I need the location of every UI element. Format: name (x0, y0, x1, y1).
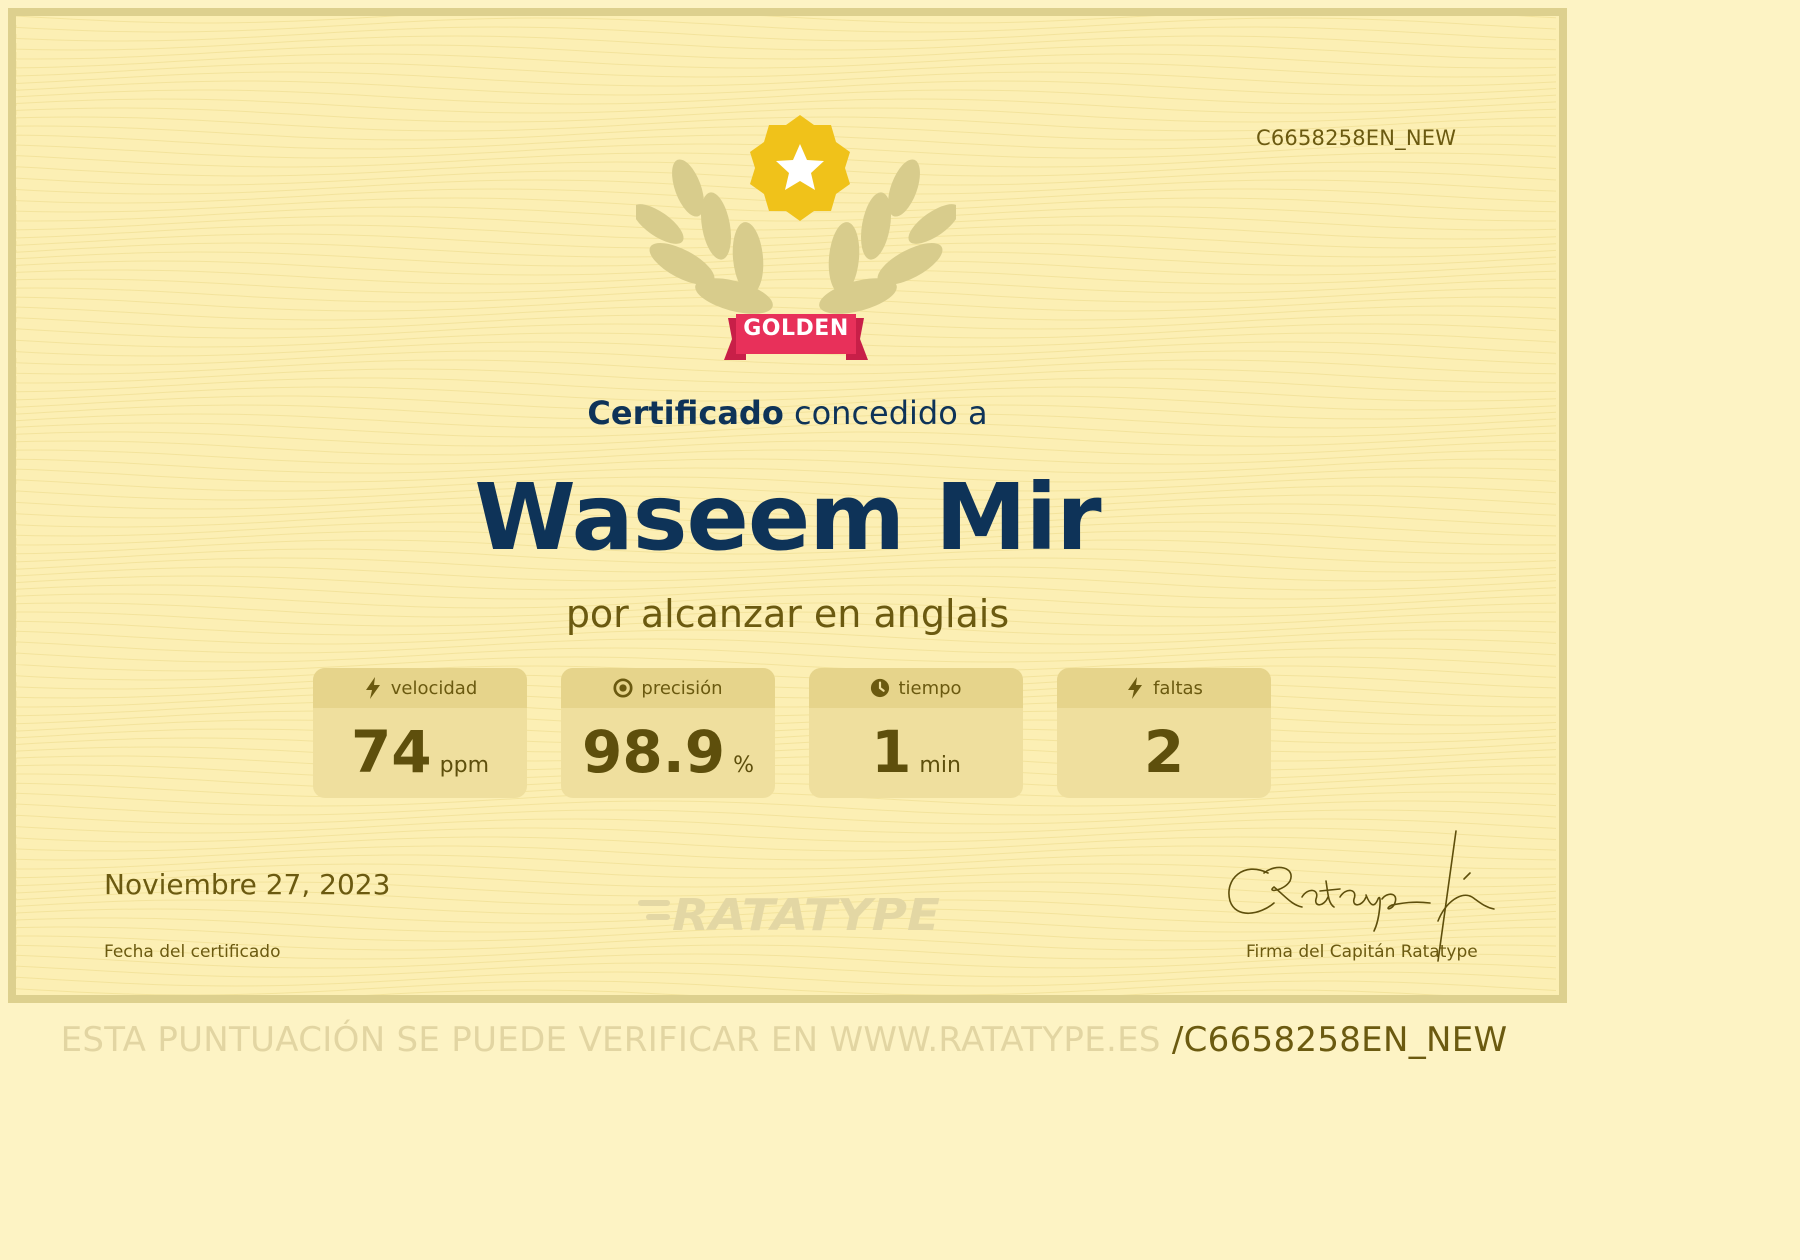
target-icon (613, 678, 633, 698)
guilloche-line (16, 656, 1557, 672)
stat-accuracy-unit: % (733, 753, 754, 778)
guilloche-line (16, 377, 1557, 393)
guilloche-line (16, 971, 1557, 987)
guilloche-line (16, 683, 1557, 699)
signature-label: Firma del Capitán Ratatype (1246, 942, 1478, 962)
golden-emblem: GOLDEN (632, 106, 960, 366)
guilloche-line (16, 16, 1557, 24)
stat-time-header: tiempo (809, 668, 1023, 708)
guilloche-line (16, 710, 1557, 726)
guilloche-line (16, 17, 1557, 33)
guilloche-line (16, 62, 1557, 78)
recipient-name: Waseem Mir (474, 464, 1101, 571)
guilloche-line (16, 701, 1557, 717)
guilloche-line (16, 746, 1557, 762)
guilloche-line (16, 728, 1557, 744)
stat-accuracy-value: 98.9 (581, 718, 726, 786)
guilloche-line (16, 44, 1556, 60)
stat-time: tiempo 1 min (809, 668, 1023, 798)
verification-footer: ESTA PUNTUACIÓN SE PUEDE VERIFICAR EN WW… (0, 1020, 1568, 1060)
stat-errors: faltas 2 (1057, 668, 1271, 798)
stat-speed: velocidad 74 ppm (313, 668, 527, 798)
lightning-icon (365, 677, 380, 699)
golden-badge-label: GOLDEN (743, 316, 849, 341)
guilloche-line (16, 665, 1557, 681)
guilloche-line (16, 980, 1557, 995)
stat-time-value: 1 (871, 718, 912, 786)
heading-rest: concedido a (783, 394, 988, 432)
stat-speed-header: velocidad (313, 668, 527, 708)
guilloche-line (16, 71, 1557, 87)
guilloche-line (16, 773, 1557, 789)
guilloche-line (16, 647, 1557, 663)
stat-speed-value: 74 (350, 718, 432, 786)
stat-accuracy-header: precisión (561, 668, 775, 708)
certificate-frame: C6658258EN_NEW GOLDEN Certificado conced… (8, 8, 1567, 1003)
certificate-subtitle: por alcanzar en anglais (565, 592, 1010, 636)
certificate-code: C6658258EN_NEW (1256, 126, 1457, 150)
guilloche-line (16, 800, 1557, 816)
verify-code: /C6658258EN_NEW (1171, 1020, 1508, 1060)
clock-icon (871, 678, 890, 698)
certificate-date-label: Fecha del certificado (104, 942, 281, 962)
certificate-heading: Certificado concedido a (16, 394, 1559, 432)
guilloche-line (16, 638, 1557, 654)
stat-time-label: tiempo (898, 677, 962, 699)
heading-bold: Certificado (587, 394, 784, 432)
guilloche-line (16, 782, 1557, 798)
stat-errors-label: faltas (1153, 677, 1203, 699)
certificate-date: Noviembre 27, 2023 (104, 868, 391, 901)
guilloche-line (16, 764, 1557, 780)
guilloche-line (16, 755, 1557, 771)
guilloche-line (16, 431, 1557, 447)
stat-errors-value: 2 (1143, 718, 1185, 786)
stat-time-unit: min (919, 753, 961, 778)
lightning-icon (1128, 677, 1143, 699)
stat-accuracy: precisión 98.9 % (561, 668, 775, 798)
stat-errors-header: faltas (1057, 668, 1271, 708)
ratatype-logo: RATATYPE (638, 890, 940, 938)
stat-speed-unit: ppm (439, 753, 490, 778)
logo-wordmark: RATATYPE (672, 890, 940, 938)
stat-speed-label: velocidad (390, 677, 478, 699)
guilloche-line (16, 719, 1557, 735)
guilloche-line (16, 440, 1557, 456)
verify-text: ESTA PUNTUACIÓN SE PUEDE VERIFICAR EN WW… (60, 1020, 1172, 1060)
guilloche-line (16, 89, 1557, 105)
guilloche-line (16, 35, 1557, 51)
stat-accuracy-label: precisión (641, 677, 723, 699)
guilloche-line (16, 53, 1557, 69)
